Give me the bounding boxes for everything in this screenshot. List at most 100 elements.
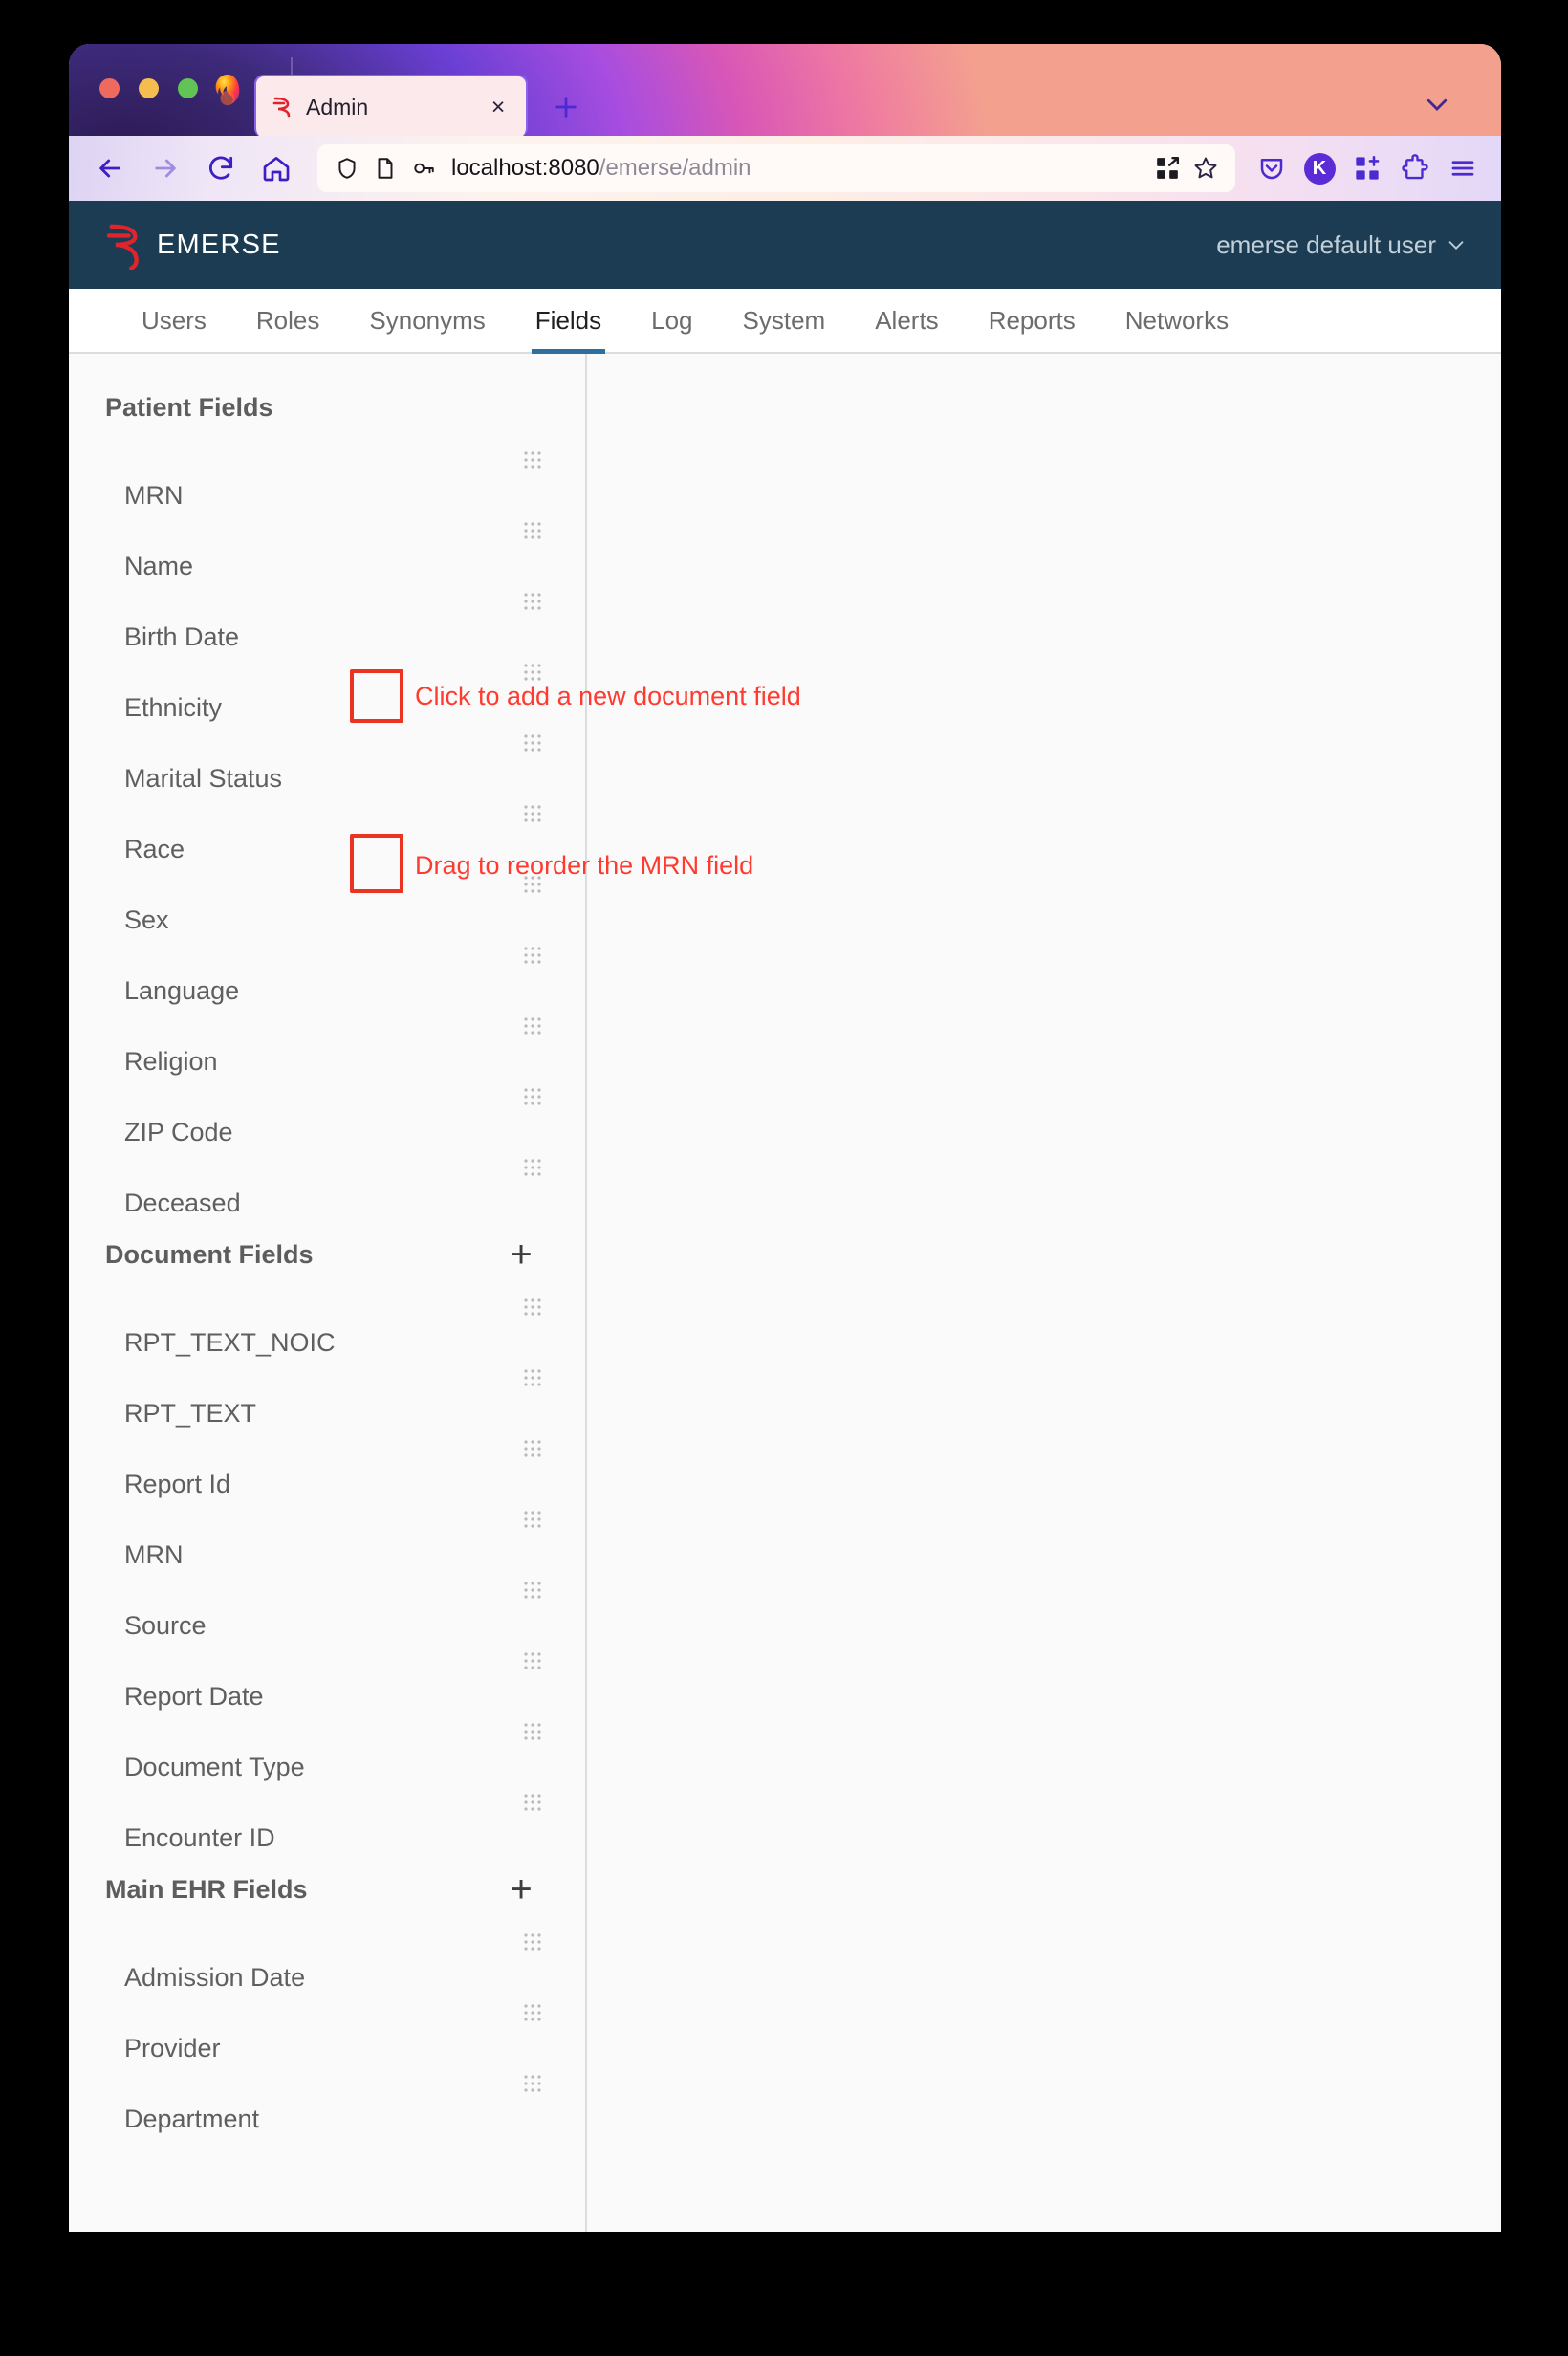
drag-handle-icon[interactable] (522, 1931, 543, 1952)
drag-handle-icon[interactable] (522, 1015, 543, 1036)
add-field-button[interactable]: + (499, 1867, 543, 1911)
drag-handle-icon[interactable] (522, 1509, 543, 1530)
field-row[interactable]: Provider (69, 1995, 585, 2065)
tab-list-chevron-icon[interactable] (1423, 90, 1451, 123)
plus-icon (555, 97, 577, 118)
drag-handle-icon[interactable] (522, 1157, 543, 1178)
extension-grid-icon[interactable] (1151, 152, 1184, 185)
tab-synonyms[interactable]: Synonyms (344, 289, 510, 352)
field-row[interactable]: Birth Date (69, 583, 585, 654)
annotation-drag-mrn: Drag to reorder the MRN field (415, 851, 754, 880)
browser-tab-strip: Admin × (69, 44, 1501, 138)
field-row[interactable]: Source (69, 1572, 585, 1643)
browser-tab-admin[interactable]: Admin × (254, 75, 528, 138)
field-label: Ethnicity (124, 693, 223, 722)
extensions-puzzle-icon[interactable] (1392, 145, 1438, 191)
pocket-icon[interactable] (1249, 145, 1295, 191)
tab-reports[interactable]: Reports (964, 289, 1100, 352)
back-button[interactable] (86, 144, 134, 192)
user-menu[interactable]: emerse default user (1216, 230, 1467, 260)
field-row[interactable]: Name (69, 513, 585, 583)
group-header-document-fields: Document Fields + (69, 1220, 585, 1289)
field-row[interactable]: Marital Status (69, 725, 585, 796)
drag-handle-icon[interactable] (522, 1086, 543, 1107)
drag-handle-icon[interactable] (522, 1297, 543, 1318)
field-row[interactable]: RPT_TEXT (69, 1360, 585, 1430)
drag-handle-icon[interactable] (522, 1438, 543, 1459)
field-row[interactable]: Department (69, 2065, 585, 2136)
reload-button[interactable] (197, 144, 245, 192)
drag-handle-icon[interactable] (522, 662, 543, 683)
field-row[interactable]: Document Type (69, 1713, 585, 1784)
field-row[interactable]: Language (69, 937, 585, 1008)
field-detail-panel (587, 354, 1501, 2232)
field-row[interactable]: MRN (69, 442, 585, 513)
drag-handle-icon[interactable] (522, 2073, 543, 2094)
window-minimize-button[interactable] (139, 78, 159, 98)
bookmark-star-icon[interactable] (1189, 152, 1222, 185)
drag-handle-icon[interactable] (522, 520, 543, 541)
shield-icon[interactable] (331, 152, 363, 185)
key-icon[interactable] (407, 152, 440, 185)
drag-handle-icon[interactable] (522, 1792, 543, 1813)
forward-button[interactable] (142, 144, 189, 192)
content-area: Patient Fields MRN Name Birth Date Ethnicity… (69, 354, 1501, 2232)
field-row[interactable]: Religion (69, 1008, 585, 1079)
chevron-down-icon (1448, 241, 1464, 250)
tab-networks[interactable]: Networks (1100, 289, 1253, 352)
drag-handle-icon[interactable] (522, 803, 543, 824)
drag-handle-icon[interactable] (522, 732, 543, 753)
addons-grid-icon[interactable] (1344, 145, 1390, 191)
tab-alerts[interactable]: Alerts (850, 289, 963, 352)
window-close-button[interactable] (99, 78, 120, 98)
field-label: RPT_TEXT_NOIC (124, 1328, 336, 1357)
field-row[interactable]: Admission Date (69, 1924, 585, 1995)
tab-label: Reports (988, 305, 1076, 335)
field-label: Sex (124, 905, 169, 934)
drag-handle-icon[interactable] (522, 591, 543, 612)
tab-users[interactable]: Users (117, 289, 231, 352)
page-icon[interactable] (369, 152, 402, 185)
field-row[interactable]: Report Id (69, 1430, 585, 1501)
brand[interactable]: EMERSE (103, 220, 281, 270)
drag-handle-icon[interactable] (522, 1721, 543, 1742)
field-row[interactable]: Report Date (69, 1643, 585, 1713)
url-bar-actions (1151, 152, 1222, 185)
group-title: Document Fields (105, 1239, 314, 1269)
user-name: emerse default user (1216, 229, 1436, 259)
field-label: Language (124, 976, 240, 1005)
tab-roles[interactable]: Roles (231, 289, 344, 352)
url-bar[interactable]: localhost:8080/emerse/admin (317, 144, 1235, 192)
url-text[interactable]: localhost:8080/emerse/admin (451, 155, 1151, 182)
window-maximize-button[interactable] (178, 78, 198, 98)
url-host: localhost:8080 (451, 155, 599, 181)
drag-handle-icon[interactable] (522, 449, 543, 470)
tab-label: Log (651, 305, 693, 335)
tab-fields[interactable]: Fields (511, 289, 626, 354)
tab-system[interactable]: System (718, 289, 851, 352)
drag-handle-icon[interactable] (522, 2002, 543, 2023)
field-label: Report Date (124, 1682, 264, 1711)
account-icon[interactable]: K (1296, 145, 1342, 191)
field-row[interactable]: MRN (69, 1501, 585, 1572)
app-menu-icon[interactable] (1440, 145, 1486, 191)
add-field-button[interactable]: + (499, 1233, 543, 1276)
drag-handle-icon[interactable] (522, 1650, 543, 1671)
home-button[interactable] (252, 144, 300, 192)
field-row[interactable]: RPT_TEXT_NOIC (69, 1289, 585, 1360)
new-tab-button[interactable] (547, 88, 585, 126)
tab-log[interactable]: Log (626, 289, 717, 352)
tab-close-icon[interactable]: × (484, 93, 512, 121)
tab-label: Alerts (875, 305, 939, 335)
drag-handle-icon[interactable] (522, 1367, 543, 1388)
field-label: MRN (124, 481, 184, 510)
field-label: Provider (124, 2034, 221, 2062)
field-row[interactable]: ZIP Code (69, 1079, 585, 1149)
field-row[interactable]: Encounter ID (69, 1784, 585, 1855)
drag-handle-icon[interactable] (522, 1580, 543, 1601)
field-label: Marital Status (124, 764, 283, 793)
tab-label: Roles (255, 305, 320, 335)
field-label: Admission Date (124, 1963, 306, 1992)
field-row[interactable]: Deceased (69, 1149, 585, 1220)
drag-handle-icon[interactable] (522, 945, 543, 966)
